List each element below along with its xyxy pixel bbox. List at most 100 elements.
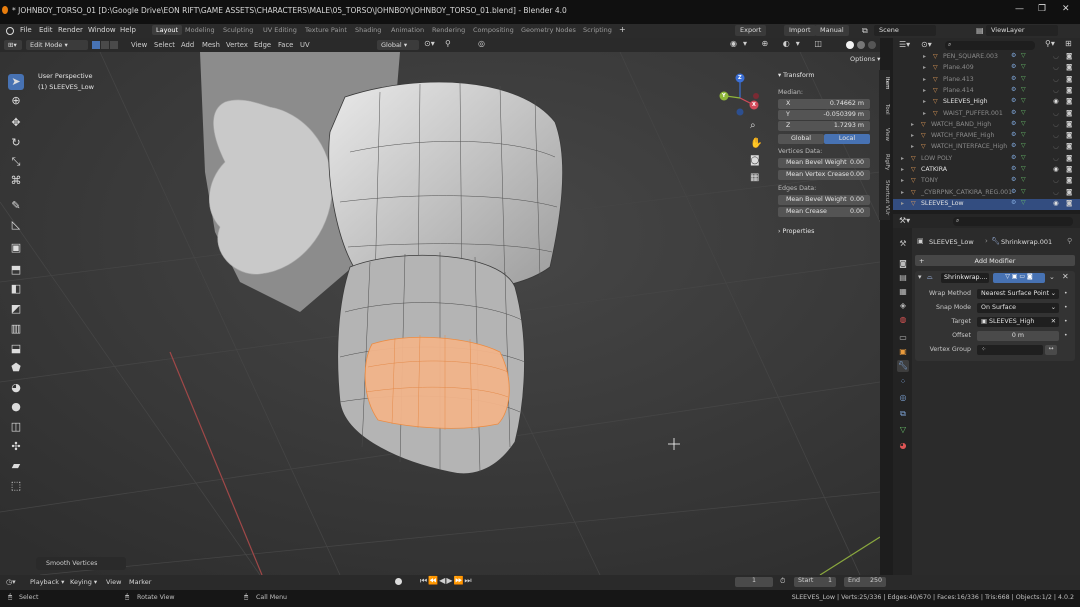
keying-menu[interactable]: Keying ▾	[70, 578, 97, 586]
cursor-tool[interactable]: ⊕	[8, 93, 24, 109]
edge-select-icon[interactable]	[101, 41, 109, 49]
view-layer-props-icon[interactable]: ▦	[897, 286, 909, 298]
outliner-row[interactable]: ▸ ▽ Plane.409 ⚙ ▽ ◡ ◙	[893, 63, 1080, 74]
modifier-props-icon[interactable]: 🔧︎	[897, 360, 909, 372]
viewport-menu-edge[interactable]: Edge	[254, 41, 271, 49]
record-button-icon[interactable]	[395, 578, 402, 585]
expand-chevron-icon[interactable]: ▸	[923, 98, 926, 105]
render-camera-icon[interactable]: ◙	[1066, 165, 1072, 173]
offset-anim-dot[interactable]: •	[1064, 332, 1068, 339]
measure-tool[interactable]: ◺	[8, 217, 24, 233]
menu-file[interactable]: File	[20, 26, 32, 34]
transform-tool[interactable]: ⌘	[8, 173, 24, 189]
current-frame-field[interactable]: 1	[735, 577, 773, 587]
material-props-icon[interactable]: ◕	[897, 440, 909, 452]
scene-selector[interactable]: Scene	[874, 25, 936, 36]
outliner-row[interactable]: ▸ ▽ SLEEVES_High ⚙ ▽ ◉ ◙	[893, 97, 1080, 108]
expand-chevron-icon[interactable]: ▸	[901, 189, 904, 196]
modifier-dropdown-icon[interactable]: ⌄	[1049, 273, 1055, 281]
visibility-eye-icon[interactable]: ◡	[1053, 176, 1059, 184]
visibility-eye-icon[interactable]: ◉	[1053, 199, 1059, 207]
grid-view-icon[interactable]: ▦	[750, 172, 759, 183]
pivot-icon[interactable]: ⊙▾	[424, 39, 435, 48]
vertex-select-icon[interactable]	[92, 41, 100, 49]
collection-props-icon[interactable]: ▭	[897, 332, 909, 344]
outliner-row[interactable]: ▸ ▽ Plane.413 ⚙ ▽ ◡ ◙	[893, 75, 1080, 86]
render-camera-icon[interactable]: ◙	[1066, 188, 1072, 196]
annotate-tool[interactable]: ✎	[8, 198, 24, 214]
tab-geometry-nodes[interactable]: Geometry Nodes	[521, 26, 576, 34]
render-camera-icon[interactable]: ◙	[1066, 75, 1072, 83]
menu-edit[interactable]: Edit	[39, 26, 53, 34]
visibility-eye-icon[interactable]: ◡	[1053, 63, 1059, 71]
outliner-row[interactable]: ▸ ▽ WATCH_FRAME_High ⚙ ▽ ◡ ◙	[893, 131, 1080, 142]
render-camera-icon[interactable]: ◙	[1066, 120, 1072, 128]
modifier-remove-icon[interactable]: ✕	[1062, 272, 1069, 281]
snap-icon[interactable]: ⚲	[445, 39, 451, 48]
end-frame-field[interactable]: End 250	[844, 577, 886, 587]
clear-target-icon[interactable]: ✕	[1051, 318, 1056, 325]
bevel-tool[interactable]: ◩	[8, 301, 24, 317]
props-editor-icon[interactable]: ⚒▾	[899, 216, 910, 225]
playback-menu[interactable]: Playback ▾	[30, 578, 64, 586]
mean-crease-field[interactable]: Mean Crease 0.00	[778, 207, 870, 217]
move-tool[interactable]: ✥	[8, 115, 24, 131]
constraints-props-icon[interactable]: ⧉	[897, 408, 909, 420]
tab-compositing[interactable]: Compositing	[473, 26, 514, 34]
local-toggle[interactable]: Local	[824, 134, 870, 144]
render-camera-icon[interactable]: ◙	[1066, 109, 1072, 117]
select-tool[interactable]: ➤	[8, 74, 24, 90]
inset-tool[interactable]: ◧	[8, 281, 24, 297]
snap-mode-anim-dot[interactable]: •	[1064, 304, 1068, 311]
shading-solid-icon[interactable]	[846, 41, 854, 49]
output-props-icon[interactable]: ▤	[897, 272, 909, 284]
3d-viewport[interactable]: Z Y X User Perspective (1) SLEEVES_Low ➤…	[0, 52, 880, 575]
viewlayer-selector[interactable]: ViewLayer	[986, 25, 1058, 36]
edge-slide-tool[interactable]: ◫	[8, 419, 24, 435]
expand-chevron-icon[interactable]: ▸	[901, 155, 904, 162]
modifier-name-field[interactable]: Shrinkwrap....	[941, 273, 989, 283]
knife-tool[interactable]: ⬓	[8, 341, 24, 357]
outliner-row[interactable]: ▸ ▽ SLEEVES_Low ⚙ ▽ ◉ ◙	[893, 198, 1080, 210]
zoom-icon[interactable]: ⌕	[750, 120, 756, 131]
median-x-field[interactable]: X 0.74662 m	[778, 99, 870, 109]
expand-chevron-icon[interactable]: ▸	[923, 76, 926, 83]
wrap-method-anim-dot[interactable]: •	[1064, 290, 1068, 297]
outliner-row[interactable]: ▸ ▽ PEN_SQUARE.003 ⚙ ▽ ◡ ◙	[893, 52, 1080, 63]
outliner-row[interactable]: ▸ ▽ _CYBRPNK_CATKIRA_REG.001 ⚙ ▽ ◡ ◙	[893, 188, 1080, 199]
snap-mode-select[interactable]: On Surface ⌄	[977, 303, 1059, 313]
edge-mean-bevel-weight-field[interactable]: Mean Bevel Weight 0.00	[778, 195, 870, 205]
visibility-eye-icon[interactable]: ◡	[1053, 142, 1059, 150]
wrap-method-select[interactable]: Nearest Surface Point ⌄	[977, 289, 1059, 299]
rotate-tool[interactable]: ↻	[8, 135, 24, 151]
preview-range-icon[interactable]: ⏱	[780, 577, 785, 586]
overlay-icons[interactable]: ◉▾ ⊕ ◐▾ ◫	[730, 39, 828, 48]
tab-sculpting[interactable]: Sculpting	[223, 26, 253, 34]
outliner-row[interactable]: ▸ ▽ WAIST_PUFFER.001 ⚙ ▽ ◡ ◙	[893, 109, 1080, 120]
offset-field[interactable]: 0 m	[977, 331, 1059, 341]
props-search-field[interactable]: ⌕	[953, 217, 1073, 226]
extrude-tool[interactable]: ⬒	[8, 262, 24, 278]
expand-chevron-icon[interactable]: ▸	[923, 87, 926, 94]
render-props-icon[interactable]: ◙	[897, 258, 909, 270]
visibility-eye-icon[interactable]: ◉	[1053, 97, 1059, 105]
expand-chevron-icon[interactable]: ▸	[901, 177, 904, 184]
pan-hand-icon[interactable]: ✋	[750, 138, 762, 149]
median-z-field[interactable]: Z 1.7293 m	[778, 121, 870, 131]
playback-controls-icons[interactable]: ⏮⏪◀▶⏩⏭	[420, 576, 473, 586]
outliner-filter-icon[interactable]: ⊙▾	[921, 40, 932, 49]
target-anim-dot[interactable]: •	[1064, 318, 1068, 325]
tab-shading[interactable]: Shading	[355, 26, 381, 34]
outliner-row[interactable]: ▸ ▽ LOW POLY ⚙ ▽ ◡ ◙	[893, 154, 1080, 165]
menu-render[interactable]: Render	[58, 26, 83, 34]
tab-animation[interactable]: Animation	[391, 26, 424, 34]
scene-props-icon[interactable]: ◈	[897, 300, 909, 312]
render-camera-icon[interactable]: ◙	[1066, 142, 1072, 150]
shading-material-icon[interactable]	[857, 41, 865, 49]
vertex-group-field[interactable]: ⁘	[977, 345, 1043, 355]
viewport-menu-add[interactable]: Add	[181, 41, 194, 49]
tab-rendering[interactable]: Rendering	[432, 26, 465, 34]
render-camera-icon[interactable]: ◙	[1066, 86, 1072, 94]
visibility-eye-icon[interactable]: ◡	[1053, 120, 1059, 128]
expand-chevron-icon[interactable]: ▸	[901, 166, 904, 173]
